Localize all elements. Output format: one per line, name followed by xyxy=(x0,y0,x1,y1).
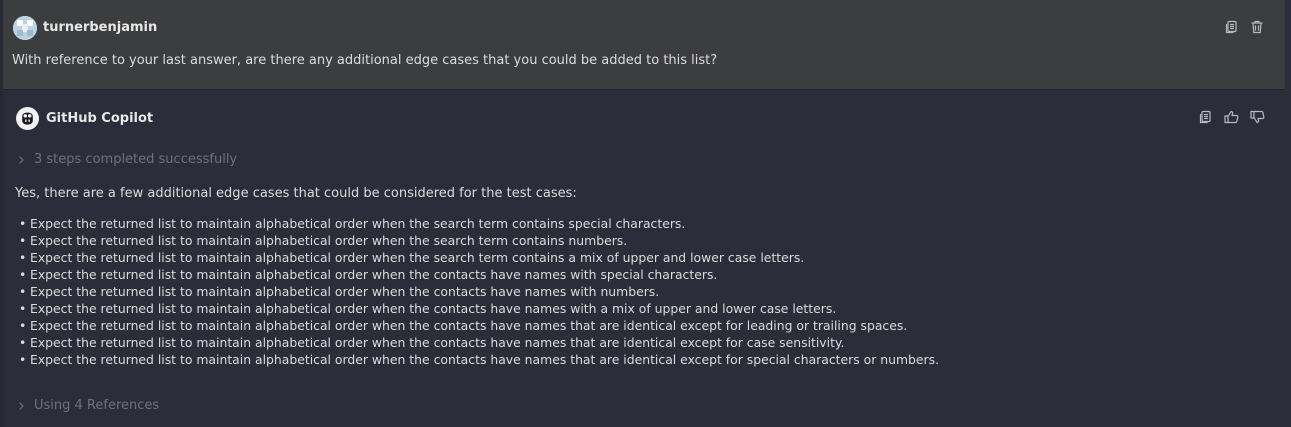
user-avatar-icon xyxy=(13,16,37,40)
steps-completed-toggle[interactable]: 3 steps completed successfully xyxy=(18,152,237,167)
copy-icon[interactable] xyxy=(1222,18,1240,36)
chevron-right-icon xyxy=(19,401,24,410)
list-item: • Expect the returned list to maintain al… xyxy=(19,335,845,350)
steps-completed-label: 3 steps completed successfully xyxy=(34,152,238,167)
user-question-text: With reference to your last answer, are … xyxy=(12,53,718,68)
answer-intro: Yes, there are a few additional edge cas… xyxy=(15,186,577,201)
list-item: • Expect the returned list to maintain al… xyxy=(19,233,628,248)
copilot-name: GitHub Copilot xyxy=(46,111,154,126)
chat-panel: turnerbenjamin With reference to your la… xyxy=(0,0,1291,427)
thumbs-down-icon[interactable] xyxy=(1248,108,1266,126)
copy-icon[interactable] xyxy=(1196,108,1214,126)
list-item: • Expect the returned list to maintain al… xyxy=(19,301,837,316)
list-item: • Expect the returned list to maintain al… xyxy=(19,318,908,333)
list-item: • Expect the returned list to maintain al… xyxy=(19,216,686,231)
copilot-logo-icon xyxy=(22,112,33,125)
user-message xyxy=(3,0,1285,90)
list-item: • Expect the returned list to maintain al… xyxy=(19,267,718,282)
copilot-avatar xyxy=(16,107,39,130)
chevron-right-icon xyxy=(19,155,24,164)
thumbs-up-icon[interactable] xyxy=(1222,108,1240,126)
list-item: • Expect the returned list to maintain al… xyxy=(19,250,805,265)
edge-case-list: • Expect the returned list to maintain al… xyxy=(19,215,939,368)
user-name: turnerbenjamin xyxy=(43,20,158,35)
list-item: • Expect the returned list to maintain al… xyxy=(19,284,660,299)
user-avatar xyxy=(13,16,37,40)
list-item: • Expect the returned list to maintain al… xyxy=(19,352,940,367)
references-toggle[interactable]: Using 4 References xyxy=(18,398,159,413)
trash-icon[interactable] xyxy=(1248,18,1266,36)
references-label: Using 4 References xyxy=(34,398,160,413)
